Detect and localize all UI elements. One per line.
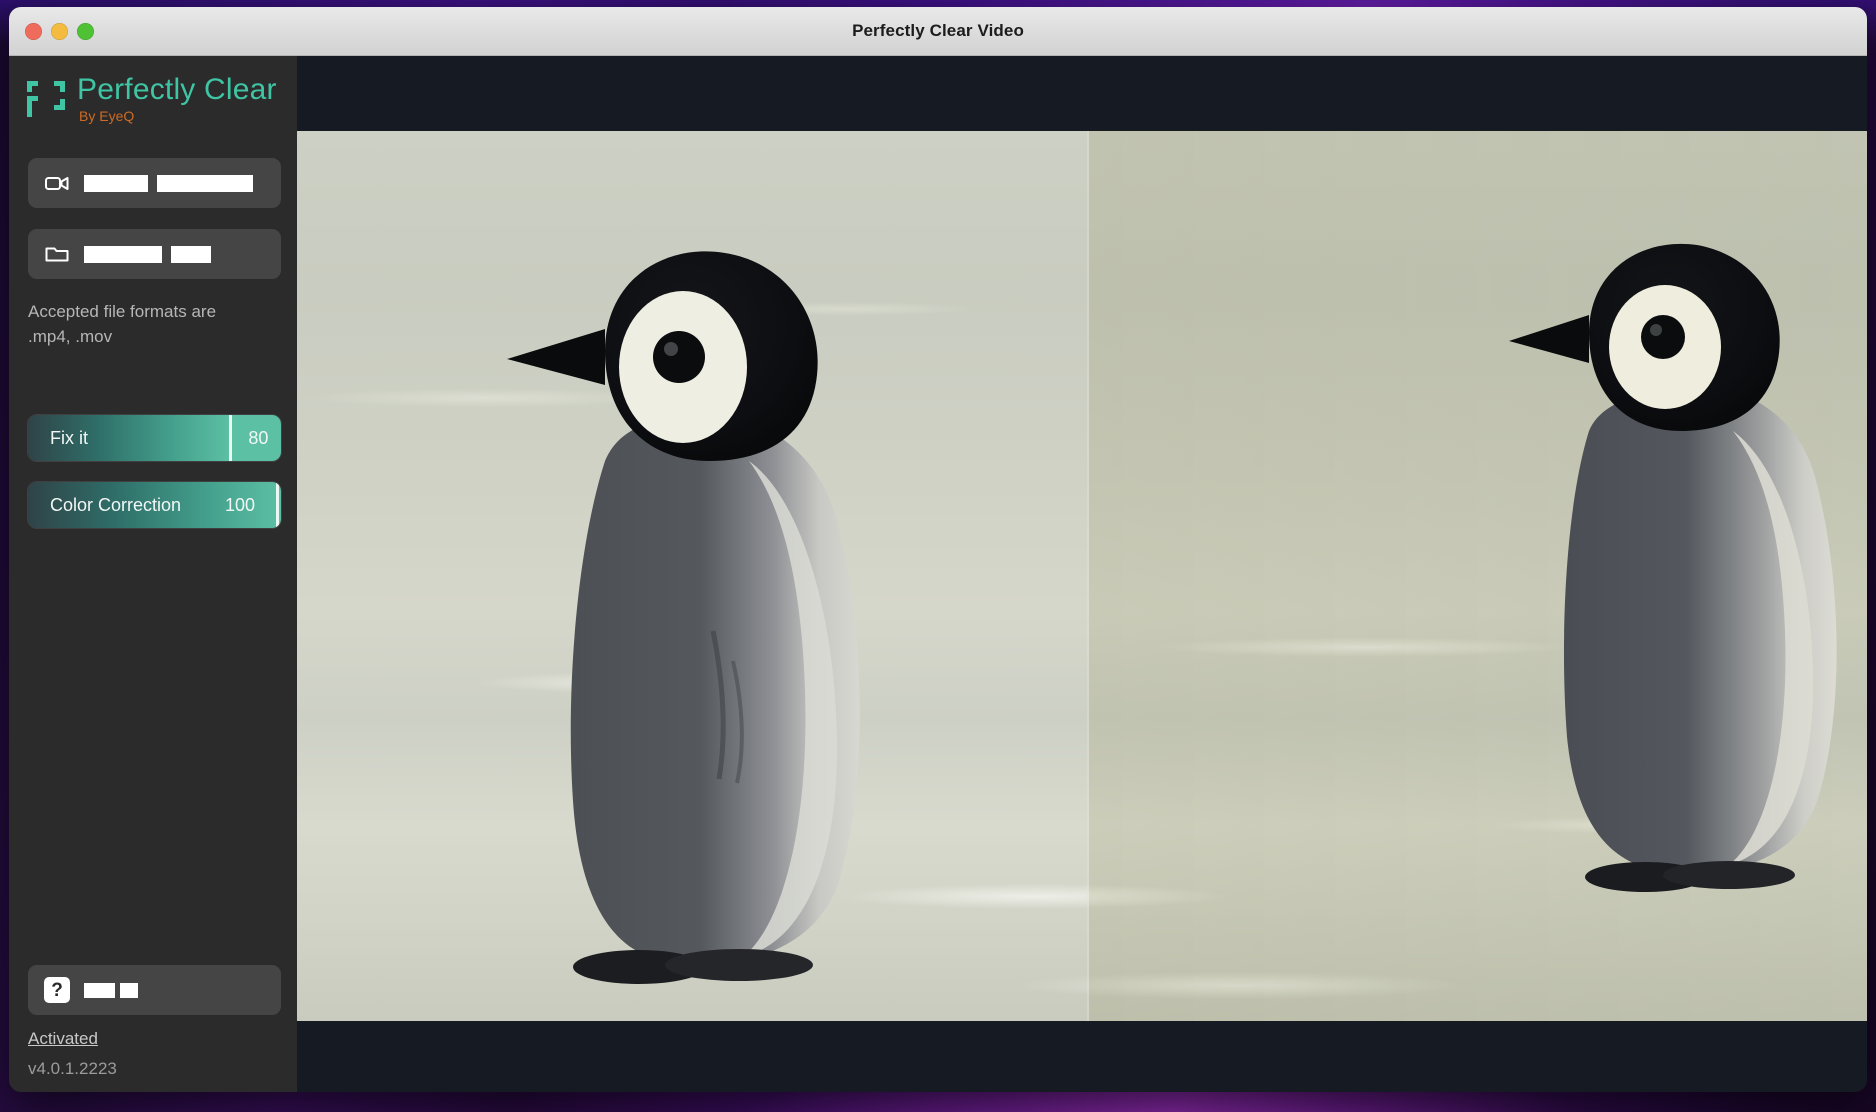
vertical-split-divider[interactable] [1087, 131, 1089, 1021]
application-window: Perfectly Clear Video Perfectly Clear By… [9, 7, 1867, 1092]
sidebar: Perfectly Clear By EyeQ Accepted file fo… [9, 56, 297, 1092]
open-folder-button[interactable] [28, 229, 281, 279]
open-video-button[interactable] [28, 158, 281, 208]
adjustment-sliders: Fix it 80 Color Correction 100 [9, 415, 297, 549]
color-correction-slider-label: Color Correction [50, 494, 182, 515]
folder-icon [44, 241, 70, 267]
help-button[interactable]: ? [28, 965, 281, 1015]
video-camera-icon [44, 170, 70, 196]
maximize-window-button[interactable] [77, 22, 94, 40]
color-correction-slider-handle[interactable] [276, 482, 279, 528]
minimize-window-button[interactable] [51, 22, 68, 40]
fix-it-slider-value: 80 [248, 427, 269, 448]
brand-logo: Perfectly Clear By EyeQ [9, 56, 297, 130]
open-folder-label-redacted [84, 245, 211, 263]
color-correction-slider-value: 100 [224, 494, 255, 515]
before-after-video-preview[interactable] [297, 131, 1867, 1021]
brand-subtitle: By EyeQ [79, 108, 135, 124]
brand-text: Perfectly Clear By EyeQ [77, 73, 277, 125]
open-video-label-redacted [84, 174, 253, 192]
preview-panel [297, 56, 1867, 1092]
question-mark-icon: ? [44, 977, 70, 1003]
traffic-lights [25, 7, 94, 55]
help-label-redacted [84, 982, 138, 998]
penguin-left [507, 251, 860, 984]
app-body: Perfectly Clear By EyeQ Accepted file fo… [9, 56, 1867, 1092]
close-window-button[interactable] [25, 22, 42, 40]
fix-it-slider[interactable]: Fix it 80 [28, 415, 281, 461]
sidebar-footer: ? Activated v4.0.1.2223 [9, 965, 297, 1092]
brand-title: Perfectly Clear [77, 73, 277, 106]
activated-link[interactable]: Activated [9, 1029, 98, 1049]
color-correction-slider[interactable]: Color Correction 100 [28, 482, 281, 528]
accepted-formats-note: Accepted file formats are .mp4, .mov [28, 302, 217, 346]
penguin-right [1509, 243, 1837, 892]
desktop-background: Perfectly Clear Video Perfectly Clear By… [0, 0, 1876, 1112]
window-title: Perfectly Clear Video [852, 21, 1024, 40]
frame-brackets-logo-icon [27, 81, 65, 117]
window-titlebar: Perfectly Clear Video [9, 7, 1867, 56]
fix-it-slider-label: Fix it [50, 427, 88, 448]
fix-it-slider-handle[interactable] [228, 415, 232, 461]
version-label: v4.0.1.2223 [28, 1059, 117, 1078]
